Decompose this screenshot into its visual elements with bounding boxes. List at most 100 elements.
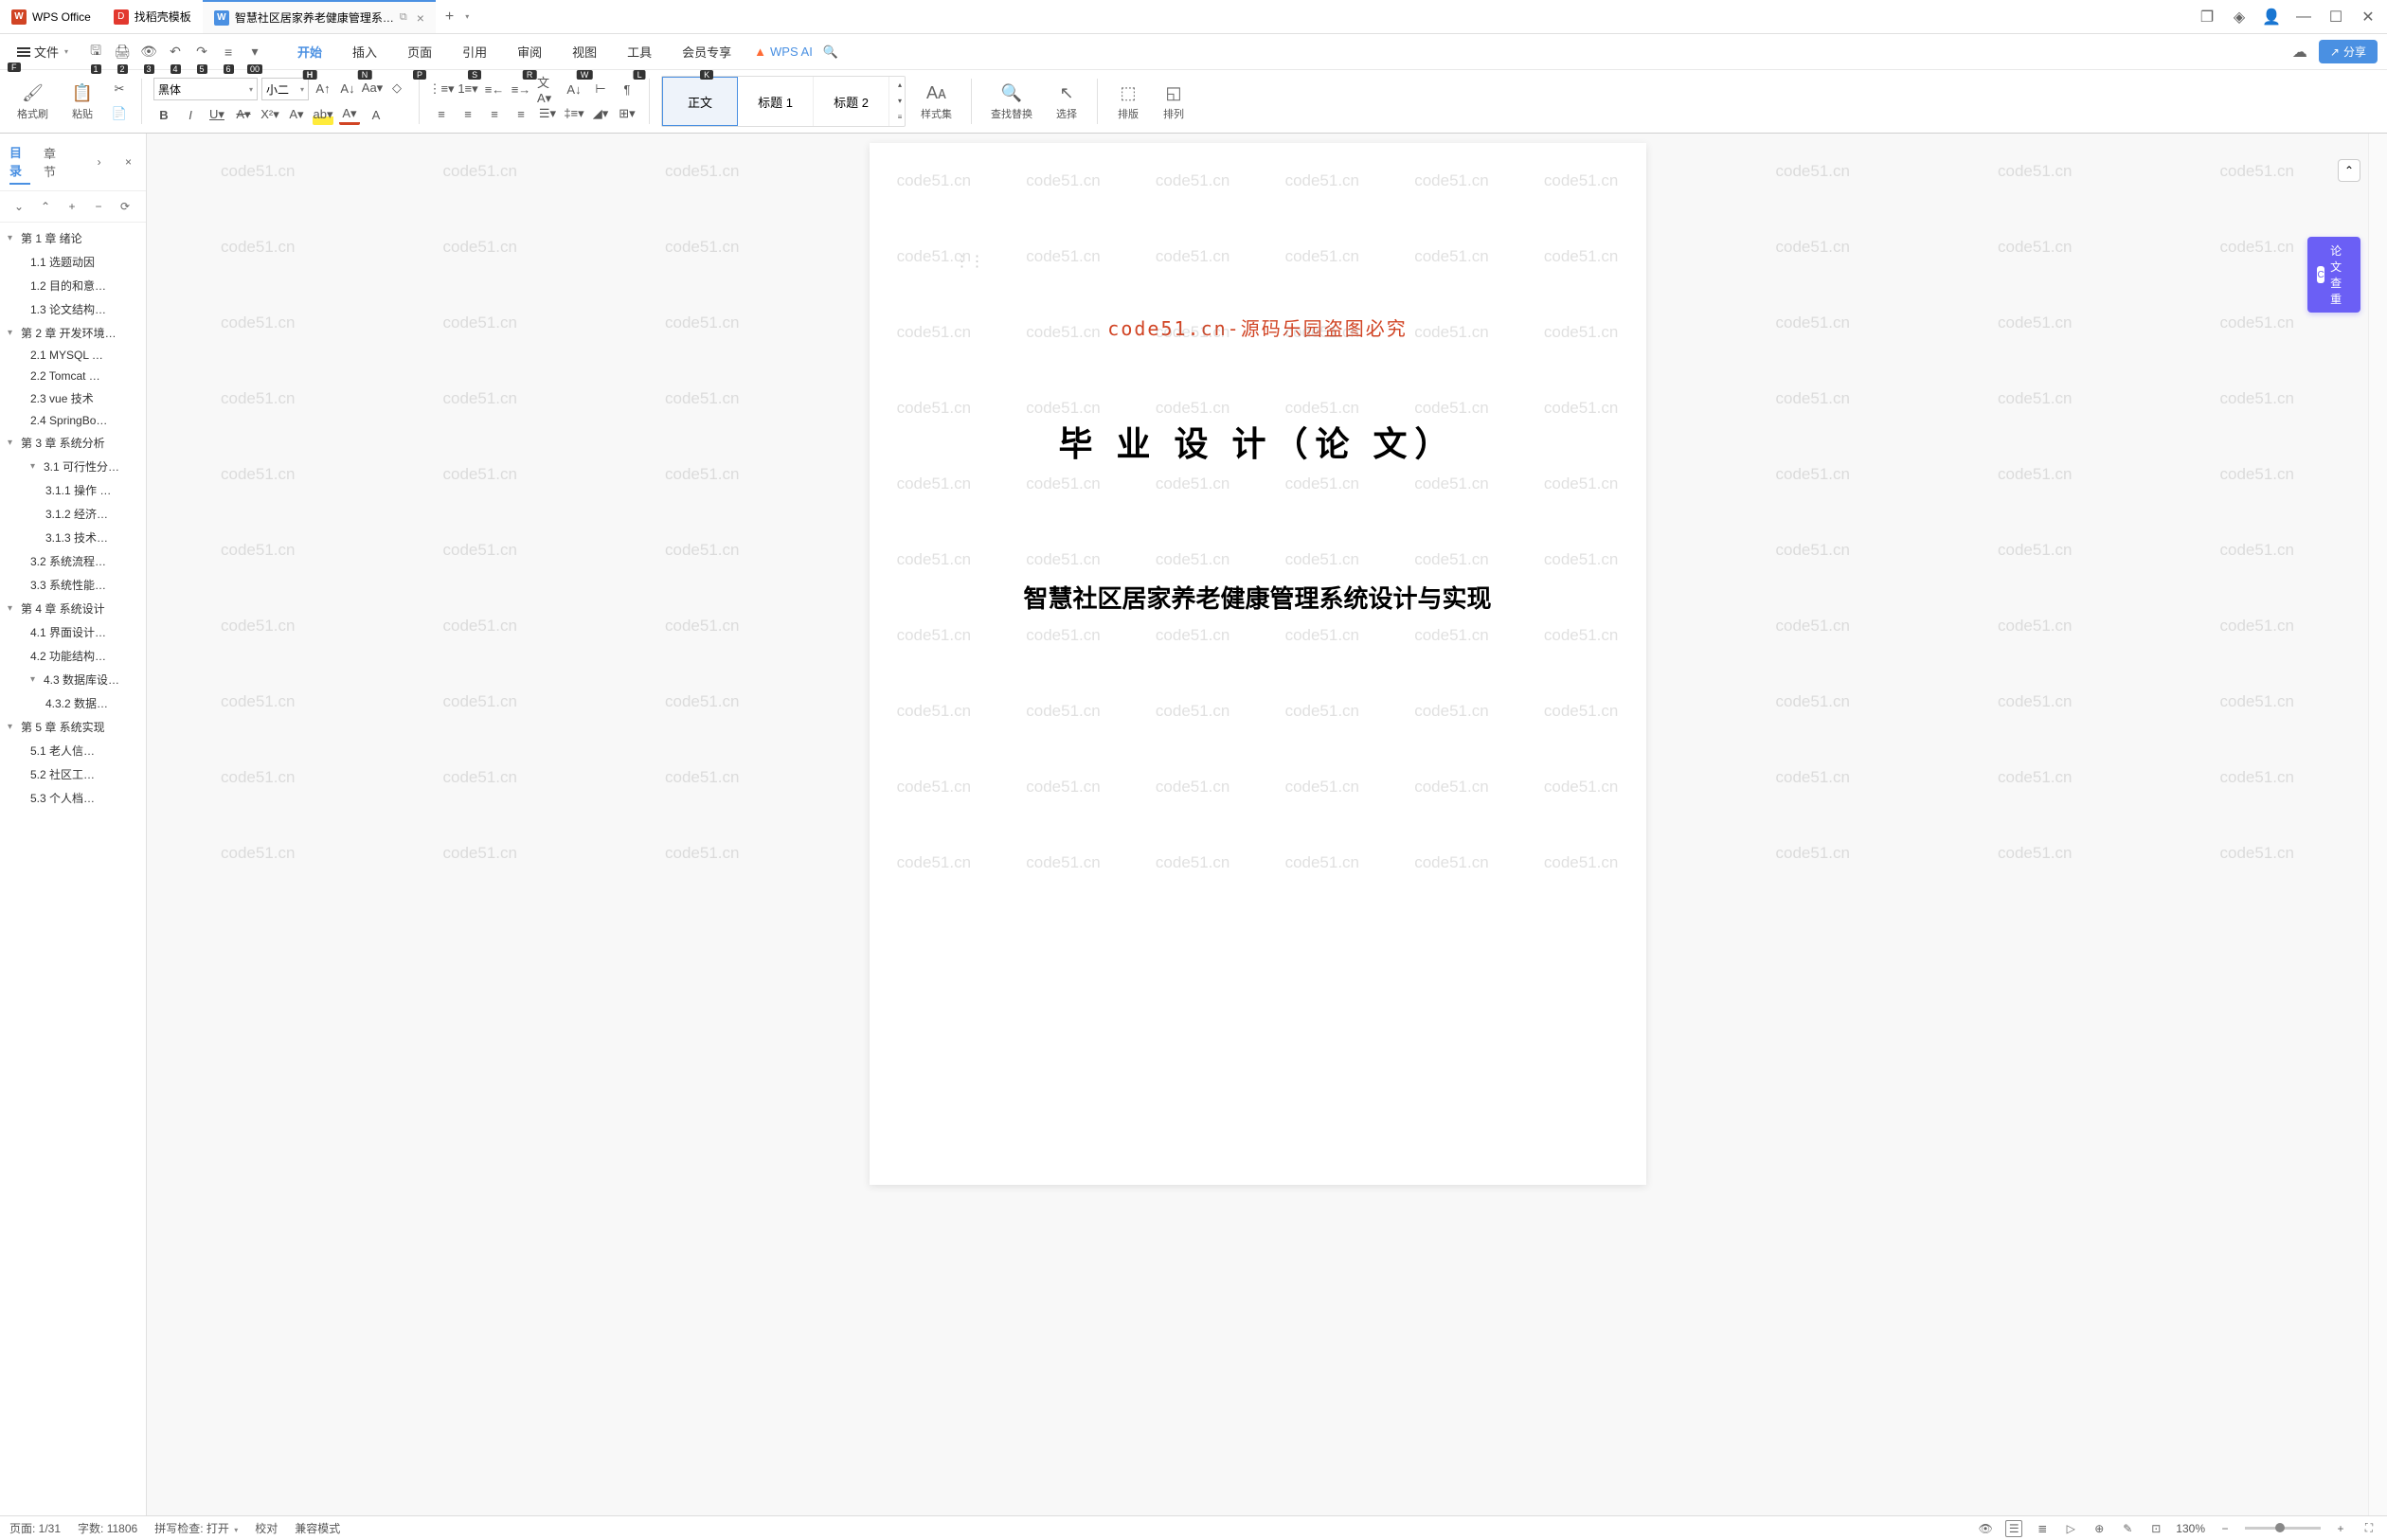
- style-heading2[interactable]: 标题 2: [814, 77, 889, 126]
- add-item-icon[interactable]: +: [63, 197, 81, 216]
- collapse-down-icon[interactable]: ⌄: [9, 197, 28, 216]
- outline-item[interactable]: 4.3.2 数据…: [0, 691, 146, 715]
- qat-preview-icon[interactable]: 👁3: [140, 44, 157, 61]
- qat-overflow-icon[interactable]: ▾00: [246, 44, 263, 61]
- font-size-select[interactable]: 小二▾: [261, 78, 309, 100]
- borders-icon[interactable]: ⊞▾: [617, 103, 637, 124]
- qat-more-icon[interactable]: ≡6: [220, 44, 237, 61]
- numbering-icon[interactable]: 1≡▾: [458, 79, 478, 99]
- tab-page[interactable]: 页面P: [404, 37, 436, 66]
- line-spacing-icon[interactable]: ‡≡▾: [564, 103, 584, 124]
- page-view-icon[interactable]: ☰: [2005, 1520, 2022, 1537]
- page-indicator[interactable]: 页面: 1/31: [9, 1520, 61, 1536]
- outline-item[interactable]: 2.4 SpringBo…: [0, 410, 146, 431]
- align-center-icon[interactable]: ≡: [458, 103, 478, 124]
- outline-item[interactable]: 3.1.2 经济…: [0, 502, 146, 526]
- outline-item[interactable]: 5.2 社区工…: [0, 762, 146, 786]
- text-direction-icon[interactable]: 文A▾: [537, 79, 558, 99]
- change-case-icon[interactable]: Aa▾: [362, 78, 383, 98]
- format-painter-button[interactable]: 🖌 格式刷: [9, 78, 56, 125]
- qat-redo-icon[interactable]: ↷5: [193, 44, 210, 61]
- expand-icon[interactable]: ▾: [8, 722, 17, 732]
- spellcheck-status[interactable]: 拼写检查: 打开 ▾: [154, 1520, 238, 1536]
- distribute-icon[interactable]: ☰▾: [537, 103, 558, 124]
- search-icon[interactable]: 🔍: [820, 42, 841, 63]
- font-name-select[interactable]: 黑体▾: [153, 78, 258, 100]
- outline-item[interactable]: 1.2 目的和意…: [0, 274, 146, 297]
- outline-item[interactable]: ▾3.1 可行性分…: [0, 455, 146, 478]
- copy-icon[interactable]: 📄: [109, 103, 130, 124]
- expand-icon[interactable]: ▾: [30, 461, 40, 472]
- italic-button[interactable]: I: [180, 104, 201, 125]
- collapse-up-icon[interactable]: ⌃: [36, 197, 55, 216]
- tab-references[interactable]: 引用S: [458, 37, 491, 66]
- expand-icon[interactable]: ▾: [8, 233, 17, 243]
- proofing-status[interactable]: 校对: [255, 1520, 278, 1536]
- styles-scroll-up-icon[interactable]: ▴: [889, 77, 910, 93]
- outline-item[interactable]: 5.1 老人信…: [0, 739, 146, 762]
- outline-item[interactable]: 3.1.1 操作 …: [0, 478, 146, 502]
- outline-item[interactable]: 3.3 系统性能…: [0, 573, 146, 597]
- outline-item[interactable]: ▾第 2 章 开发环境…: [0, 321, 146, 345]
- clear-format-icon[interactable]: ◇: [386, 78, 407, 98]
- align-left-icon[interactable]: ≡: [431, 103, 452, 124]
- sidebar-tab-chapter[interactable]: 章节: [44, 140, 64, 184]
- plagiarism-check-button[interactable]: C 论文查重: [2307, 237, 2360, 313]
- close-icon[interactable]: ×: [417, 10, 424, 26]
- compat-mode[interactable]: 兼容模式: [295, 1520, 340, 1536]
- styles-scroll-down-icon[interactable]: ▾: [889, 93, 910, 109]
- outline-item[interactable]: 3.1.3 技术…: [0, 526, 146, 549]
- tab-document[interactable]: W 智慧社区居家养老健康管理系… ⧉ ×: [203, 0, 436, 33]
- eye-icon[interactable]: 👁: [1977, 1520, 1994, 1537]
- bullets-icon[interactable]: ⋮≡▾: [431, 79, 452, 99]
- outline-item[interactable]: 4.1 界面设计…: [0, 620, 146, 644]
- maximize-icon[interactable]: ☐: [2328, 9, 2343, 25]
- align-justify-icon[interactable]: ≡: [511, 103, 531, 124]
- strikethrough-button[interactable]: A▾: [233, 104, 254, 125]
- tab-wps-home[interactable]: W WPS Office: [0, 0, 102, 33]
- share-button[interactable]: ↗ 分享: [2319, 40, 2378, 63]
- outline-item[interactable]: 4.2 功能结构…: [0, 644, 146, 668]
- expand-icon[interactable]: ▾: [30, 674, 40, 685]
- tab-member[interactable]: 会员专享K: [678, 37, 735, 66]
- arrange-button[interactable]: ◱ 排列: [1155, 78, 1193, 125]
- show-marks-icon[interactable]: ¶: [617, 79, 637, 99]
- align-right-icon[interactable]: ≡: [484, 103, 505, 124]
- refresh-icon[interactable]: ⟳: [116, 197, 135, 216]
- tab-dropdown-icon[interactable]: ▾: [465, 12, 469, 21]
- outline-item[interactable]: 3.2 系统流程…: [0, 549, 146, 573]
- outline-item[interactable]: 2.2 Tomcat …: [0, 366, 146, 386]
- outline-item[interactable]: ▾第 1 章 绪论: [0, 226, 146, 250]
- close-window-icon[interactable]: ✕: [2360, 9, 2376, 25]
- outline-item[interactable]: ▾4.3 数据库设…: [0, 668, 146, 691]
- word-count[interactable]: 字数: 11806: [78, 1520, 137, 1536]
- outline-view-icon[interactable]: ≣: [2034, 1520, 2051, 1537]
- zoom-level[interactable]: 130%: [2176, 1522, 2205, 1535]
- find-replace-button[interactable]: 🔍 查找替换: [983, 78, 1040, 125]
- typography-button[interactable]: ⬚ 排版: [1109, 78, 1147, 125]
- remove-item-icon[interactable]: −: [89, 197, 108, 216]
- outline-item[interactable]: 1.3 论文结构…: [0, 297, 146, 321]
- minimize-icon[interactable]: —: [2296, 9, 2311, 25]
- increase-indent-icon[interactable]: ≡→: [511, 79, 531, 99]
- tab-review[interactable]: 审阅R: [513, 37, 546, 66]
- tab-view[interactable]: 视图W: [568, 37, 601, 66]
- tab-popout-icon[interactable]: ⧉: [400, 11, 407, 24]
- outline-item[interactable]: 1.1 选题动因: [0, 250, 146, 274]
- wps-ai-button[interactable]: ▲ WPS AI: [754, 45, 813, 59]
- outline-item[interactable]: 5.3 个人档…: [0, 786, 146, 810]
- char-shading-icon[interactable]: A: [366, 104, 386, 125]
- style-normal[interactable]: 正文: [662, 77, 738, 126]
- text-effects-icon[interactable]: A▾: [286, 104, 307, 125]
- tab-home[interactable]: 开始H: [294, 37, 326, 66]
- bold-button[interactable]: B: [153, 104, 174, 125]
- file-menu[interactable]: 文件 ▾ F: [9, 43, 76, 61]
- shading-icon[interactable]: ◢▾: [590, 103, 611, 124]
- outline-item[interactable]: 2.1 MYSQL …: [0, 345, 146, 366]
- style-heading1[interactable]: 标题 1: [738, 77, 814, 126]
- decrease-font-icon[interactable]: A↓: [337, 78, 358, 98]
- sidebar-next-icon[interactable]: ›: [91, 152, 107, 171]
- styles-expand-icon[interactable]: ≡: [889, 109, 910, 125]
- web-view-icon[interactable]: ⊕: [2091, 1520, 2108, 1537]
- sidebar-close-icon[interactable]: ×: [120, 152, 136, 171]
